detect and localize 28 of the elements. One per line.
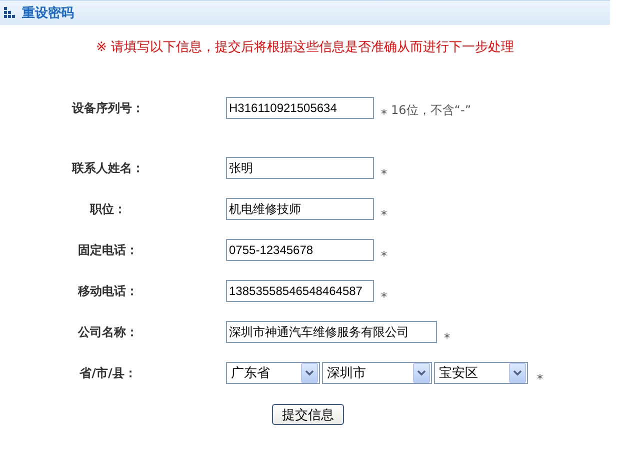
dropdown[interactable]: 广东省 <box>226 362 320 384</box>
field-label: 公司名称： <box>76 324 139 340</box>
text-field[interactable]: 张明 <box>226 157 374 179</box>
text-field[interactable]: H316110921505634 <box>226 97 374 119</box>
page-title: 重设密码 <box>22 4 74 22</box>
required-mark: * <box>381 107 387 121</box>
text-field[interactable]: 13853558546548464587 <box>226 280 374 302</box>
required-mark: * <box>381 290 387 304</box>
text-field[interactable]: 深圳市神通汽车维修服务有限公司 <box>226 321 437 343</box>
text-field[interactable]: 0755-12345678 <box>226 239 374 261</box>
required-mark: * <box>444 331 450 345</box>
field-label: 联系人姓名： <box>70 160 145 176</box>
field-label: 固定电话： <box>77 242 139 258</box>
dropdown[interactable]: 深圳市 <box>322 362 432 384</box>
field-label: 移动电话： <box>76 282 139 300</box>
required-mark: * <box>381 208 387 222</box>
notice-text: ※ 请填写以下信息，提交后将根据这些信息是否准确从而进行下一步处理 <box>94 39 516 56</box>
required-mark: * <box>537 372 543 386</box>
field-label: 设备序列号： <box>70 100 145 116</box>
bar-chart-icon <box>4 7 17 19</box>
required-mark: * <box>381 249 387 263</box>
field-label: 省/市/县： <box>78 364 138 382</box>
dropdown[interactable]: 宝安区 <box>434 362 528 384</box>
required-mark: * <box>381 167 387 181</box>
field-label: 职位： <box>88 200 127 218</box>
field-hint: 16位，不含“-” <box>391 102 472 118</box>
text-field[interactable]: 机电维修技师 <box>226 198 374 220</box>
submit-button[interactable]: 提交信息 <box>272 404 344 425</box>
